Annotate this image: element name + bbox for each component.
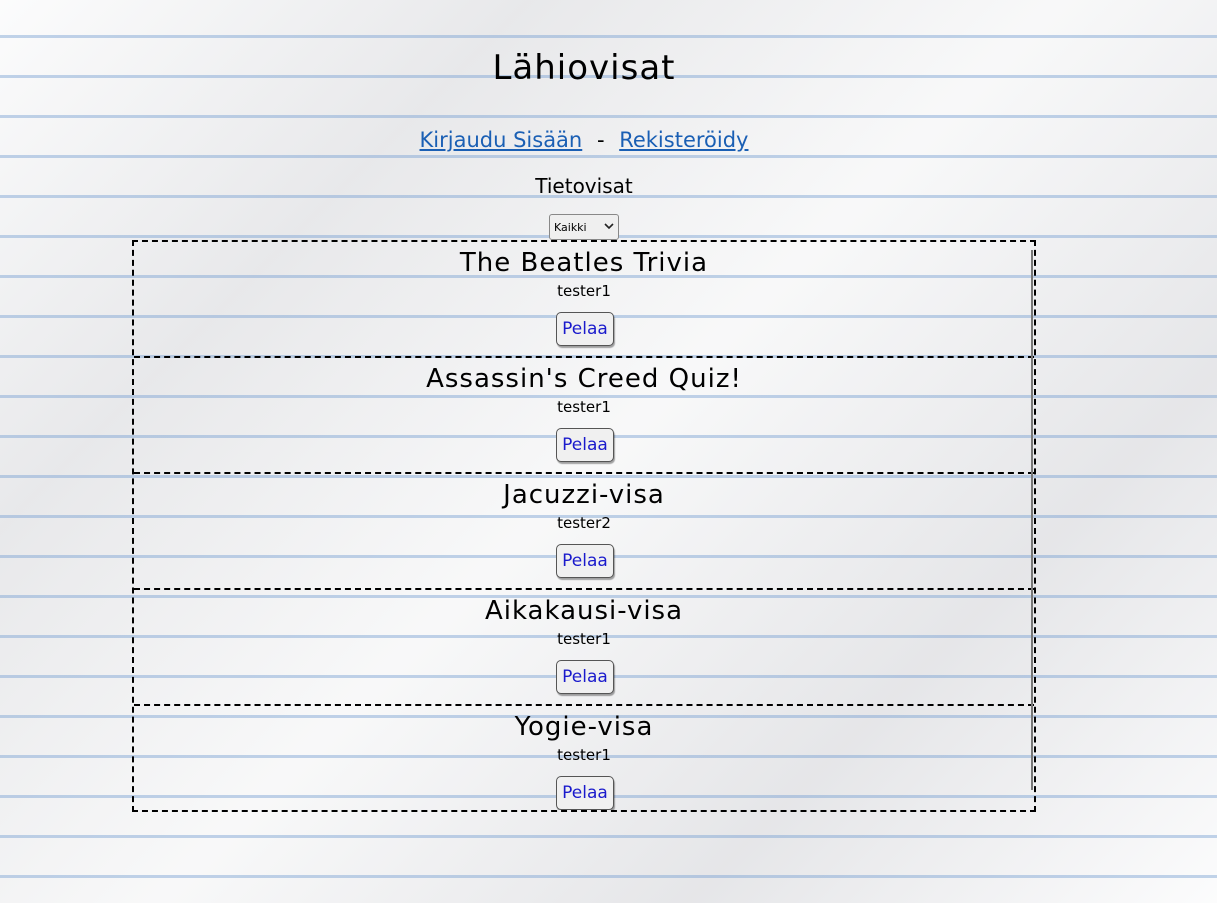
section-title: Tietovisat <box>535 174 633 198</box>
quiz-list-scrollbar[interactable] <box>1031 250 1033 790</box>
play-button[interactable]: Pelaa <box>556 660 614 694</box>
page-title: Lähiovisat <box>492 48 676 88</box>
login-link[interactable]: Kirjaudu Sisään <box>420 128 583 152</box>
quiz-item: Yogie-visa tester1 Pelaa <box>134 706 1034 810</box>
page: Lähiovisat Kirjaudu Sisään - Rekisteröid… <box>0 0 1217 903</box>
quiz-name: Jacuzzi-visa <box>503 480 665 510</box>
register-link[interactable]: Rekisteröidy <box>619 128 748 152</box>
category-filter-value: Kaikki <box>554 220 587 234</box>
quiz-name: Aikakausi-visa <box>484 596 684 626</box>
auth-separator: - <box>596 128 605 152</box>
play-button[interactable]: Pelaa <box>556 544 614 578</box>
quiz-item: Aikakausi-visa tester1 Pelaa <box>134 590 1034 706</box>
auth-links: Kirjaudu Sisään - Rekisteröidy <box>0 128 1168 152</box>
quiz-item: Assassin's Creed Quiz! tester1 Pelaa <box>134 358 1034 474</box>
quiz-author: tester1 <box>557 630 611 648</box>
quiz-name: Yogie-visa <box>514 712 654 742</box>
quiz-author: tester1 <box>557 398 611 416</box>
play-button[interactable]: Pelaa <box>556 428 614 462</box>
quiz-item: The Beatles Trivia tester1 Pelaa <box>134 242 1034 358</box>
quiz-author: tester1 <box>557 282 611 300</box>
quiz-list[interactable]: The Beatles Trivia tester1 Pelaa Assassi… <box>132 240 1036 812</box>
chevron-down-icon <box>604 222 614 233</box>
quiz-name: Assassin's Creed Quiz! <box>426 364 742 394</box>
play-button[interactable]: Pelaa <box>556 312 614 346</box>
quiz-author: tester1 <box>557 746 611 764</box>
quiz-author: tester2 <box>557 514 611 532</box>
quiz-item: Jacuzzi-visa tester2 Pelaa <box>134 474 1034 590</box>
play-button[interactable]: Pelaa <box>556 776 614 810</box>
category-filter-select[interactable]: Kaikki <box>549 214 619 240</box>
quiz-name: The Beatles Trivia <box>459 248 709 278</box>
